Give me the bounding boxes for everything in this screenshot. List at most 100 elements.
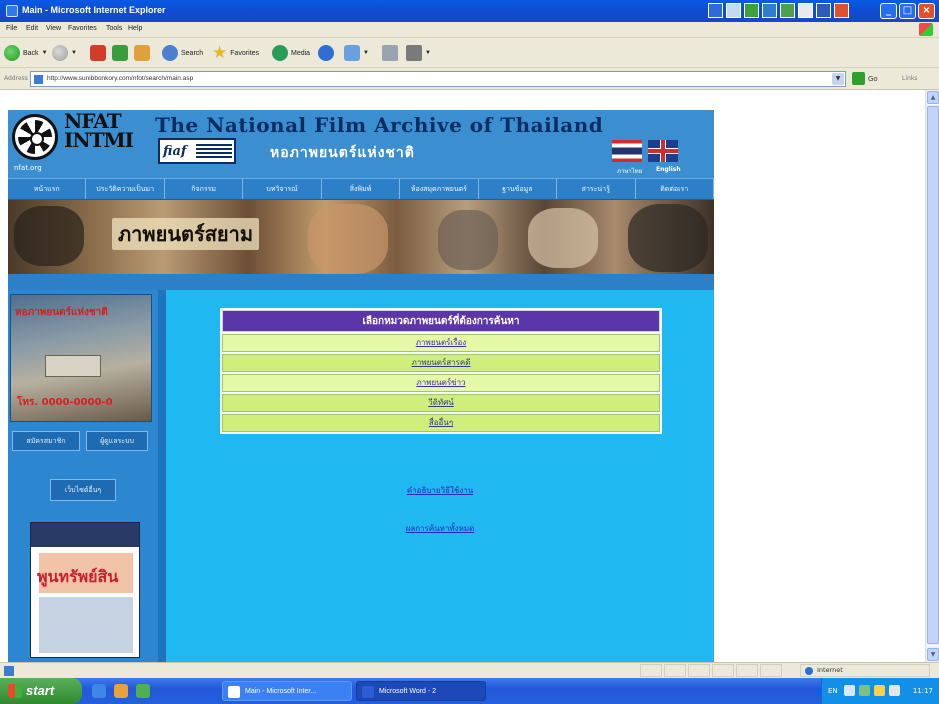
- menu-file[interactable]: File: [6, 25, 17, 32]
- media-player-quicklaunch-icon[interactable]: [136, 684, 150, 698]
- usage-help-link[interactable]: คำอธิบายวิธีใช้งาน: [166, 484, 714, 497]
- volume-icon[interactable]: [874, 685, 885, 696]
- app-icon[interactable]: [798, 3, 813, 18]
- search-button[interactable]: Search: [162, 44, 203, 62]
- nav-contact[interactable]: ติดต่อเรา: [636, 179, 714, 199]
- security-zone: Internet: [800, 664, 930, 677]
- app-icon[interactable]: [762, 3, 777, 18]
- menu-edit[interactable]: Edit: [26, 25, 38, 32]
- print-button[interactable]: [382, 44, 398, 62]
- app-icon[interactable]: [744, 3, 759, 18]
- app-icon[interactable]: [708, 3, 723, 18]
- language-indicator[interactable]: EN: [828, 678, 838, 704]
- banner-photo: [308, 204, 388, 274]
- banner-divider: [8, 274, 714, 290]
- nav-knowledge[interactable]: สาระน่ารู้: [557, 179, 636, 199]
- uk-flag-icon[interactable]: [648, 140, 678, 162]
- media-label: Media: [291, 49, 311, 57]
- category-row: ภาพยนตร์เรื่อง: [222, 334, 660, 352]
- network-icon[interactable]: [844, 685, 855, 696]
- thai-flag-icon[interactable]: [612, 140, 642, 162]
- chevron-down-icon[interactable]: ▼: [832, 73, 844, 85]
- start-label: start: [26, 683, 55, 698]
- home-button[interactable]: [134, 44, 150, 62]
- media-button[interactable]: Media: [272, 44, 310, 62]
- back-label: Back: [23, 49, 39, 57]
- mail-button[interactable]: ▼: [344, 44, 369, 62]
- nav-film-library[interactable]: ห้องสมุดภาพยนตร์: [400, 179, 479, 199]
- clock[interactable]: 11:17: [913, 678, 933, 704]
- nav-home[interactable]: หน้าแรก: [8, 179, 87, 199]
- windows-flag-icon: [8, 684, 22, 698]
- other-websites-button[interactable]: เว็บไซต์อื่นๆ: [50, 479, 116, 501]
- app-icon[interactable]: [816, 3, 831, 18]
- menu-tools[interactable]: Tools: [106, 25, 122, 32]
- nav-reviews[interactable]: บทวิจารณ์: [243, 179, 322, 199]
- forward-button[interactable]: ▼: [52, 44, 77, 62]
- page-done-icon: [4, 666, 14, 676]
- back-button[interactable]: Back ▼: [4, 44, 48, 62]
- app-icon[interactable]: [780, 3, 795, 18]
- nav-publications[interactable]: สิ่งพิมพ์: [322, 179, 401, 199]
- chevron-down-icon[interactable]: ▼: [71, 50, 77, 56]
- scroll-thumb[interactable]: [927, 106, 939, 644]
- lang-thai-link[interactable]: ภาษาไทย: [617, 166, 642, 176]
- go-button[interactable]: Go: [852, 72, 878, 85]
- category-link-video[interactable]: วีดิทัศน์: [428, 398, 454, 407]
- scroll-up-icon[interactable]: ▲: [927, 91, 939, 104]
- home-icon: [134, 45, 150, 61]
- vertical-scrollbar[interactable]: ▲ ▼: [925, 90, 939, 662]
- address-url[interactable]: http://www.sunibbonkory.com/nfot/search/…: [47, 75, 193, 82]
- links-toolbar[interactable]: Links: [902, 75, 917, 82]
- usb-icon[interactable]: [889, 685, 900, 696]
- taskbar-item-ie[interactable]: Main - Microsoft Inter...: [222, 681, 352, 701]
- nav-history[interactable]: ประวัติความเป็นมา: [86, 179, 165, 199]
- go-arrow-icon: [852, 72, 865, 85]
- refresh-button[interactable]: [112, 44, 128, 62]
- join-member-button[interactable]: สมัครสมาชิก: [12, 431, 80, 451]
- category-link-feature-films[interactable]: ภาพยนตร์เรื่อง: [416, 338, 466, 347]
- close-button[interactable]: ×: [918, 3, 935, 19]
- ie-quicklaunch-icon[interactable]: [92, 684, 106, 698]
- favorites-button[interactable]: ★ Favorites: [212, 44, 259, 62]
- nav-activities[interactable]: กิจกรรม: [165, 179, 244, 199]
- chevron-down-icon[interactable]: ▼: [425, 50, 431, 56]
- browser-viewport: NFAT INTMI nfat.org The National Film Ar…: [0, 90, 939, 662]
- messenger-quicklaunch-icon[interactable]: [114, 684, 128, 698]
- banner-photo: [438, 210, 498, 270]
- all-results-link[interactable]: ผลการค้นหาทั้งหมด: [166, 522, 714, 535]
- site-title: The National Film Archive of Thailand: [155, 113, 604, 137]
- favorites-label: Favorites: [230, 49, 260, 57]
- tray-icons: [844, 685, 900, 696]
- fiaf-logo[interactable]: fiaf: [158, 138, 236, 164]
- menu-favorites[interactable]: Favorites: [68, 25, 97, 32]
- category-row: ภาพยนตร์สารคดี: [222, 354, 660, 372]
- app-icon[interactable]: [834, 3, 849, 18]
- fiaf-lines-icon: [196, 144, 232, 160]
- edit-button[interactable]: ▼: [406, 44, 431, 62]
- start-button[interactable]: start: [0, 678, 82, 704]
- admin-button[interactable]: ผู้ดูแลระบบ: [86, 431, 148, 451]
- main-nav: หน้าแรก ประวัติความเป็นมา กิจกรรม บทวิจา…: [8, 178, 714, 200]
- app-icon[interactable]: [726, 3, 741, 18]
- nav-database[interactable]: ฐานข้อมูล: [479, 179, 558, 199]
- scroll-down-icon[interactable]: ▼: [927, 648, 939, 661]
- menu-help[interactable]: Help: [128, 25, 142, 32]
- stop-button[interactable]: [90, 44, 106, 62]
- maximize-button[interactable]: □: [899, 3, 916, 19]
- address-input[interactable]: http://www.sunibbonkory.com/nfot/search/…: [30, 71, 846, 87]
- taskbar-item-word[interactable]: Microsoft Word - 2: [356, 681, 486, 701]
- menu-view[interactable]: View: [46, 25, 61, 32]
- chevron-down-icon[interactable]: ▼: [363, 50, 369, 56]
- history-button[interactable]: [318, 44, 334, 62]
- lang-english-link[interactable]: English: [656, 166, 681, 173]
- chevron-down-icon[interactable]: ▼: [42, 50, 48, 56]
- category-link-other-media[interactable]: สื่ออื่นๆ: [429, 418, 453, 427]
- movie-poster[interactable]: พูนทรัพย์สิน: [30, 522, 140, 658]
- category-link-newsreels[interactable]: ภาพยนตร์ข่าว: [416, 378, 465, 387]
- archive-logo[interactable]: NFAT INTMI nfat.org: [8, 110, 153, 178]
- security-icon[interactable]: [859, 685, 870, 696]
- minimize-button[interactable]: _: [880, 3, 897, 19]
- promo-photo[interactable]: หอภาพยนตร์แห่งชาติ โทร. 0000-0000-0: [10, 294, 152, 422]
- category-link-documentaries[interactable]: ภาพยนตร์สารคดี: [412, 358, 471, 367]
